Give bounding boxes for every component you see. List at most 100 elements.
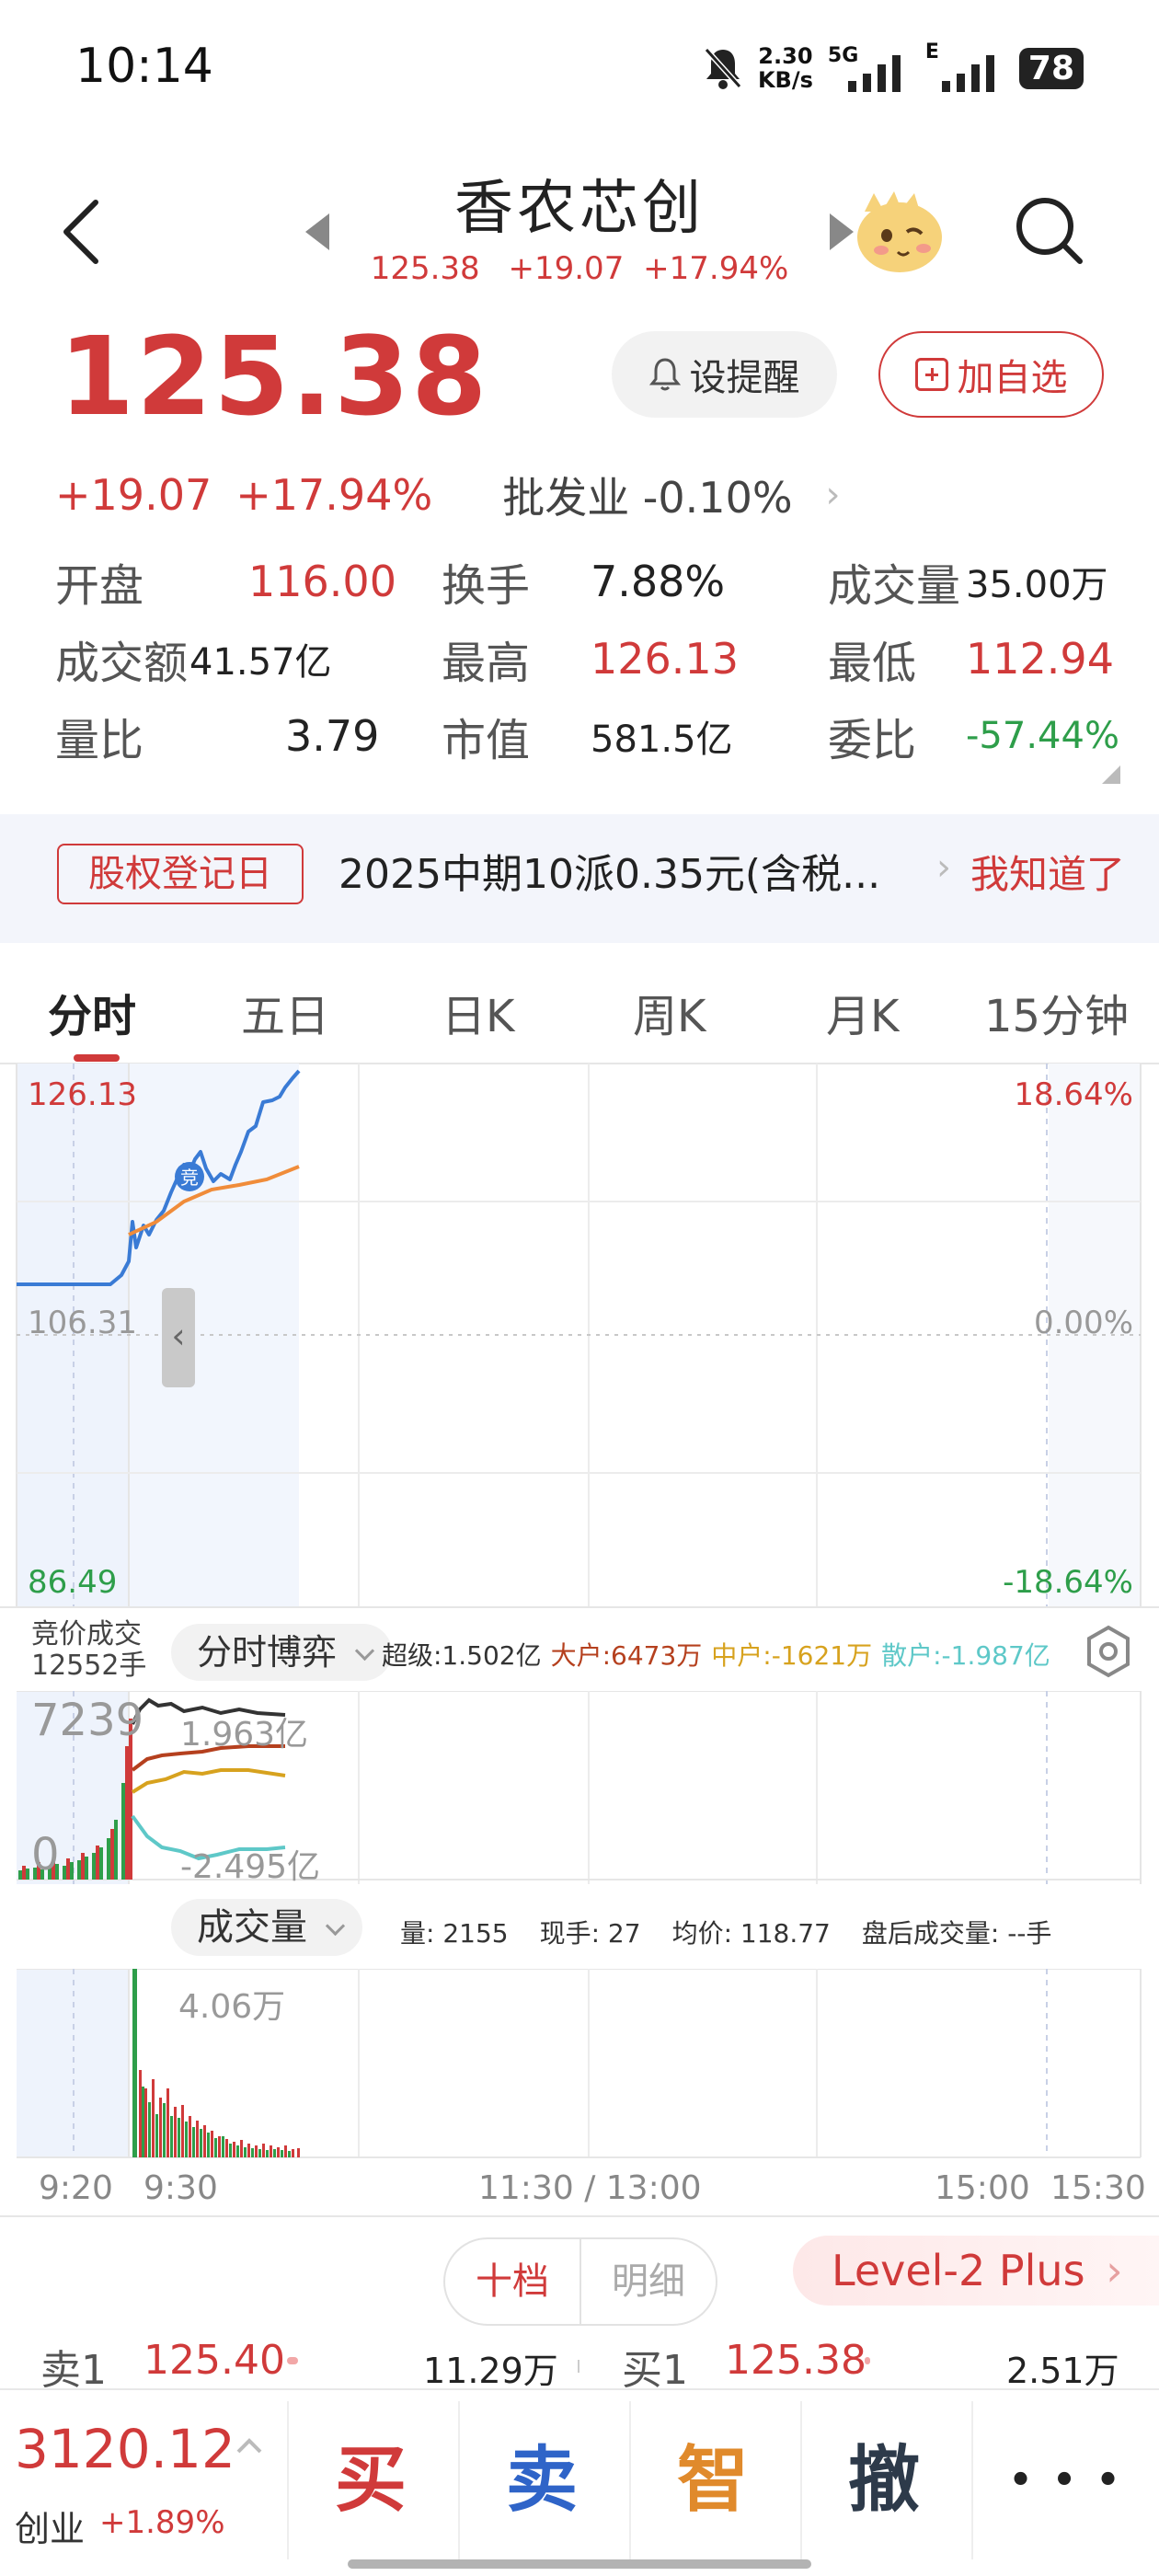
notice-dismiss-button[interactable]: 我知道了	[970, 845, 1125, 905]
chevron-right-icon: ›	[936, 846, 951, 889]
stat-label: 换手	[442, 560, 531, 612]
divider	[0, 2215, 1159, 2217]
tab-monthly-k[interactable]: 月K	[826, 966, 899, 1067]
level2-label: Level-2 Plus	[832, 2246, 1085, 2295]
status-indicators: 2.30 KB/s 5G E 78	[703, 40, 1084, 96]
stat-label: 成交量	[828, 560, 961, 612]
sell1-price[interactable]: 125.40	[143, 2337, 285, 2384]
sell1-label: 卖1	[40, 2347, 107, 2394]
home-indicator[interactable]	[348, 2559, 811, 2569]
sector-link[interactable]: 批发业 -0.10%	[502, 465, 792, 525]
flow-axis-zero: 0	[31, 1829, 60, 1880]
y-axis-high-price: 126.13	[28, 1076, 137, 1113]
tab-daily-k[interactable]: 日K	[442, 966, 514, 1067]
chevron-right-icon[interactable]: ›	[826, 474, 841, 516]
volume-chart[interactable]	[0, 1969, 1159, 2162]
order-book-tabs: 十档 明细	[443, 2237, 717, 2326]
stat-label: 最高	[442, 638, 531, 689]
buy1-label: 买1	[622, 2347, 688, 2394]
buy-button[interactable]: 买	[287, 2401, 453, 2559]
flow-retail: 散户:-1.987亿	[881, 1640, 1050, 1671]
time-axis-label: 9:20	[39, 2169, 113, 2207]
tab-15min[interactable]: 15分钟	[984, 966, 1129, 1067]
last-price: 125.38	[59, 313, 489, 440]
volume-selector[interactable]: 成交量	[171, 1899, 362, 1956]
sell1-bar	[287, 2357, 298, 2364]
buy1-price[interactable]: 125.38	[725, 2337, 866, 2384]
cancel-order-button[interactable]: 撤	[800, 2401, 966, 2559]
net-speed: 2.30 KB/s	[757, 43, 813, 93]
more-button[interactable]: • • •	[971, 2401, 1159, 2559]
divider	[0, 1606, 1159, 1608]
volume-avg: 均价: 118.77	[671, 1918, 831, 1949]
smart-button[interactable]: 智	[629, 2401, 795, 2559]
header-price: 125.38	[370, 250, 480, 287]
settings-icon[interactable]	[1084, 1624, 1133, 1679]
chevron-up-icon[interactable]	[235, 2436, 263, 2455]
order-ratio-value: -57.44%	[966, 715, 1119, 757]
add-watchlist-label: 加自选	[957, 357, 1068, 399]
tab-five-day[interactable]: 五日	[241, 966, 329, 1067]
quote-stats: 开盘 116.00 换手 7.88% 成交量 35.00万 成交额 41.57亿 最高 1…	[55, 543, 1122, 775]
stat-label: 成交额	[55, 638, 189, 689]
index-value[interactable]: 3120.12	[15, 2418, 235, 2480]
y-axis-mid-price: 106.31	[28, 1305, 137, 1341]
y-axis-low-pct: -18.64%	[1003, 1564, 1133, 1601]
time-axis-label: 9:30	[143, 2169, 218, 2207]
flow-large: 大户:6473万	[550, 1640, 703, 1671]
flow-medium: 中户:-1621万	[711, 1640, 873, 1671]
buy1-bar	[865, 2357, 870, 2364]
tab-intraday[interactable]: 分时	[48, 966, 136, 1067]
header-change: +19.07	[508, 250, 625, 287]
fund-flow-selector[interactable]: 分时博弈	[171, 1624, 393, 1681]
sell-button[interactable]: 卖	[458, 2401, 624, 2559]
battery-indicator: 78	[1018, 47, 1084, 89]
stat-label: 最低	[828, 638, 917, 689]
flow-max-label: 1.963亿	[180, 1716, 309, 1754]
tab-ten-levels[interactable]: 十档	[445, 2239, 581, 2324]
flow-min-label: -2.495亿	[180, 1848, 321, 1886]
index-change: +1.89%	[99, 2504, 225, 2541]
stat-label: 委比	[828, 715, 917, 766]
volume-ratio-value: 3.79	[285, 711, 380, 761]
price-change-pct: +17.94%	[235, 470, 433, 520]
change-row: +19.07 +17.94% 批发业 -0.10% ›	[55, 465, 841, 525]
sell1-volume: 11.29万	[423, 2351, 558, 2391]
y-axis-low-price: 86.49	[28, 1564, 118, 1601]
set-alert-label: 设提醒	[689, 357, 800, 399]
volume-info: 量: 2155 现手: 27 均价: 118.77 盘后成交量: --手	[400, 1914, 1051, 1950]
mascot-icon[interactable]	[846, 184, 947, 276]
notice-text[interactable]: 2025中期10派0.35元(含税...	[339, 845, 880, 905]
buy1-volume: 2.51万	[1006, 2351, 1119, 2391]
signal-5g-icon: 5G	[828, 44, 911, 92]
fund-flow-chart[interactable]	[0, 1691, 1159, 1884]
stat-label: 开盘	[55, 560, 144, 612]
amount-value: 41.57亿	[189, 641, 332, 684]
tab-details[interactable]: 明细	[581, 2239, 716, 2324]
volume-hand: 现手: 27	[539, 1918, 641, 1949]
search-icon[interactable]	[1012, 193, 1085, 267]
y-axis-mid-pct: 0.00%	[1033, 1305, 1133, 1341]
chevron-right-icon: ›	[1106, 2246, 1123, 2295]
header-sub-quote: 125.38 +19.07 +17.94%	[0, 250, 1159, 287]
expand-corner-icon[interactable]	[1102, 765, 1120, 784]
notice-tag: 股权登记日	[57, 844, 304, 904]
price-change: +19.07	[55, 470, 212, 520]
collapse-handle[interactable]: ‹	[162, 1288, 195, 1387]
flow-axis-top: 7239	[31, 1695, 144, 1746]
volume-max-label: 4.06万	[178, 1988, 286, 2026]
volume-qty: 量: 2155	[400, 1918, 509, 1949]
volume-after-hours: 盘后成交量: --手	[861, 1918, 1052, 1949]
level2-plus-button[interactable]: Level-2 Plus ›	[793, 2236, 1159, 2306]
high-value: 126.13	[591, 634, 739, 684]
set-alert-button[interactable]: 设提醒	[612, 331, 837, 418]
stat-label: 市值	[442, 715, 531, 766]
tab-weekly-k[interactable]: 周K	[633, 966, 706, 1067]
flow-super: 超级:1.502亿	[382, 1640, 542, 1671]
auction-volume: 竞价成交 12552手	[31, 1618, 147, 1682]
active-tab-indicator	[74, 1054, 120, 1062]
stat-label: 量比	[55, 715, 144, 766]
status-time: 10:14	[75, 39, 213, 94]
add-watchlist-button[interactable]: 加自选	[878, 331, 1104, 418]
index-name: 创业	[15, 2509, 86, 2549]
